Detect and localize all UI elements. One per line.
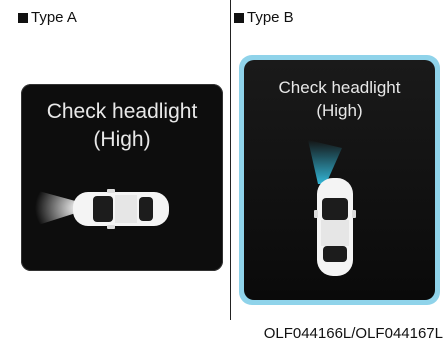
- figure-code: OLF044166L/OLF044167L: [263, 325, 443, 342]
- car-top-view-icon: [73, 189, 169, 229]
- type-a-label: Type A: [18, 9, 77, 26]
- type-b-label: Type B: [234, 9, 294, 26]
- type-b-text: Type B: [247, 9, 294, 26]
- headlight-beam-icon: [35, 190, 79, 226]
- type-b-illustration: [308, 140, 356, 276]
- type-a-illustration: [35, 189, 169, 229]
- bullet-square-icon: [234, 12, 244, 23]
- panel-divider: [230, 0, 231, 320]
- headlight-beam-icon: [308, 140, 342, 184]
- bullet-square-icon: [18, 12, 28, 23]
- car-top-view-icon: [314, 178, 356, 276]
- type-a-text: Type A: [31, 9, 77, 26]
